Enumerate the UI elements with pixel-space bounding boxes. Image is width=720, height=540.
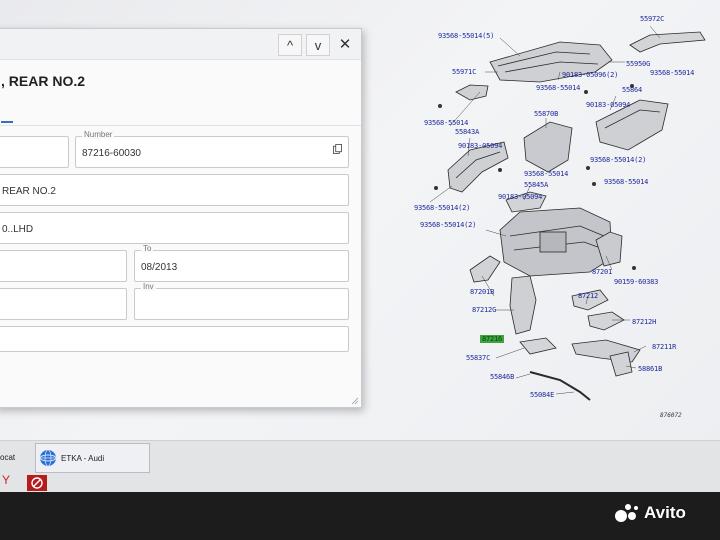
resize-grip-icon[interactable] — [351, 397, 359, 405]
dialog-titlebar[interactable]: ^ v ✕ — [0, 29, 361, 60]
part-label[interactable]: 55843A — [455, 128, 479, 136]
taskbar: ocat ETKA - Audi Y — [0, 440, 720, 492]
avito-watermark: Avito — [614, 502, 686, 524]
dialog-title: , REAR NO.2 — [1, 73, 86, 89]
part-label[interactable]: 87211R — [652, 343, 676, 351]
field-row1-left[interactable] — [0, 136, 69, 168]
part-label[interactable]: 93568-55014 — [650, 69, 694, 77]
active-tab-indicator[interactable] — [1, 121, 13, 123]
watermark-text: Avito — [644, 503, 686, 522]
part-label[interactable]: 93568-55014 — [604, 178, 648, 186]
part-label[interactable]: 90183-05094 — [586, 101, 630, 109]
part-label[interactable]: 93568-55014(2) — [420, 221, 476, 229]
part-label[interactable]: 93568-55014(2) — [590, 156, 646, 164]
part-details-dialog: ^ v ✕ , REAR NO.2 Number 87216-60030 REA… — [0, 28, 362, 408]
part-label[interactable]: 55845A — [524, 181, 548, 189]
app-icon-glyph — [31, 477, 43, 489]
taskbar-item-label: ETKA - Audi — [61, 453, 105, 463]
model-field[interactable]: 0..LHD — [0, 212, 349, 244]
scroll-up-button[interactable]: ^ — [278, 34, 302, 56]
model-value: 0..LHD — [2, 224, 34, 235]
part-label[interactable]: 87201B — [470, 288, 494, 296]
number-field[interactable]: Number 87216-60030 — [75, 130, 349, 168]
taskbar-item-ocat[interactable]: ocat — [0, 443, 34, 471]
to-label: To — [141, 244, 154, 253]
part-label[interactable]: 93568-55014 — [536, 84, 580, 92]
part-label[interactable]: 90159-60383 — [614, 278, 658, 286]
part-label[interactable]: 93568-55014(2) — [414, 204, 470, 212]
description-value: REAR NO.2 — [2, 186, 56, 197]
part-label[interactable]: 58861B — [638, 365, 662, 373]
close-button[interactable]: ✕ — [334, 34, 356, 54]
avito-logo-icon — [615, 504, 638, 522]
to-value: 08/2013 — [141, 262, 178, 273]
notes-field[interactable] — [0, 326, 349, 352]
chevron-down-icon: v — [314, 37, 322, 53]
part-label[interactable]: 87212G — [472, 306, 496, 314]
part-label[interactable]: 90183-05094 — [498, 193, 542, 201]
description-field[interactable]: REAR NO.2 — [0, 174, 349, 206]
tray-y-icon[interactable]: Y — [2, 473, 10, 487]
monitor-screen: 93568-55014(5) 55972C 55971C 55950G 9018… — [0, 0, 720, 492]
tray-app-icon[interactable] — [27, 475, 47, 491]
number-label: Number — [82, 130, 115, 139]
taskbar-item-label: ocat — [0, 452, 16, 462]
to-field[interactable]: To 08/2013 — [134, 244, 349, 282]
copy-icon[interactable] — [333, 144, 342, 154]
part-label[interactable]: 87212H — [632, 318, 656, 326]
part-label[interactable]: 93568-55014 — [424, 119, 468, 127]
etka-globe-icon — [39, 449, 57, 467]
part-label[interactable]: 87201 — [592, 268, 612, 276]
part-label[interactable]: 90183-05096(2) — [562, 71, 618, 79]
part-label[interactable]: 55864 — [622, 86, 642, 94]
divider — [0, 125, 361, 126]
part-label[interactable]: 87212 — [578, 292, 598, 300]
from-field[interactable] — [0, 250, 127, 282]
part-label[interactable]: 55084E — [530, 391, 554, 399]
figure-code: 876072 — [660, 412, 682, 419]
part-label[interactable]: 55950G — [626, 60, 650, 68]
part-label[interactable]: 55870B — [534, 110, 558, 118]
part-label[interactable]: 93568-55014(5) — [438, 32, 494, 40]
part-label[interactable]: 90183-05094 — [458, 142, 502, 150]
taskbar-item-etka[interactable]: ETKA - Audi — [35, 443, 150, 473]
inv-field[interactable]: Inv — [134, 282, 349, 320]
scroll-down-button[interactable]: v — [306, 34, 330, 56]
part-label[interactable]: 55972C — [640, 15, 664, 23]
row5-left-field[interactable] — [0, 288, 127, 320]
part-label[interactable]: 55846B — [490, 373, 514, 381]
part-label[interactable]: 55837C — [466, 354, 490, 362]
close-icon: ✕ — [338, 36, 352, 53]
inv-label: Inv — [141, 282, 156, 291]
number-value: 87216-60030 — [82, 148, 141, 159]
chevron-up-icon: ^ — [286, 37, 294, 53]
part-label[interactable]: 55971C — [452, 68, 476, 76]
part-label-selected[interactable]: 87216 — [480, 335, 505, 343]
part-label[interactable]: 93568-55014 — [524, 170, 568, 178]
